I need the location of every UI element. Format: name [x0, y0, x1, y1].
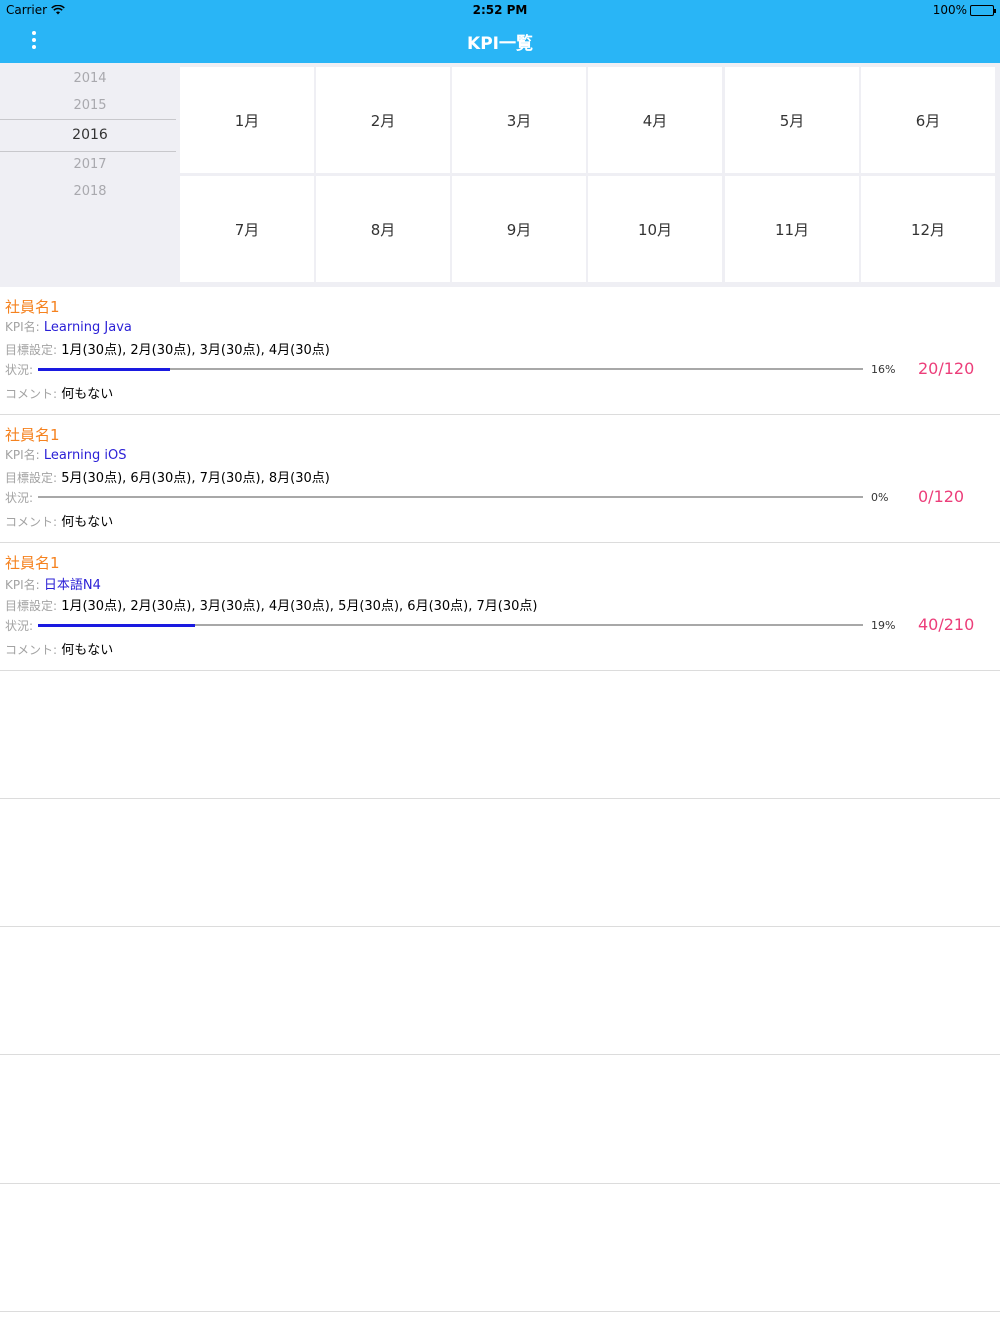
empty-row [0, 1056, 1000, 1184]
target-value: 1月(30点), 2月(30点), 3月(30点), 4月(30点) [61, 343, 330, 358]
target-line: 目標設定: 1月(30点), 2月(30点), 3月(30点), 4月(30点) [5, 339, 330, 358]
target-label: 目標設定: [5, 343, 58, 357]
status-bar: Carrier 2:52 PM 100% [0, 0, 1000, 20]
kpi-name-value: 日本語N4 [43, 578, 101, 593]
progress-bar [38, 623, 195, 627]
battery-indicator: 100% [932, 3, 996, 17]
year-option[interactable]: 2014 [0, 71, 180, 86]
progress-track [38, 623, 863, 627]
kpi-name-label: KPI名: [5, 448, 40, 462]
target-value: 5月(30点), 6月(30点), 7月(30点), 8月(30点) [61, 471, 330, 486]
year-option[interactable]: 2018 [0, 184, 180, 199]
month-cell[interactable]: 7月 [180, 176, 314, 282]
progress-bar [38, 367, 170, 371]
picker-selection-bottom-line [0, 151, 176, 152]
page-title: KPI一覧 [467, 34, 533, 54]
comment-line: コメント: 何もない [5, 639, 113, 658]
battery-label: 100% [932, 3, 967, 17]
target-label: 目標設定: [5, 599, 58, 613]
month-cell[interactable]: 1月 [180, 67, 314, 173]
employee-name: 社員名1 [5, 554, 60, 572]
month-cell[interactable]: 9月 [452, 176, 586, 282]
empty-row [0, 671, 1000, 799]
status-label: 状況: [5, 619, 34, 633]
progress-percent: 16% [871, 363, 896, 376]
progress-track [38, 367, 863, 371]
month-cell[interactable]: 3月 [452, 67, 586, 173]
status-label: 状況: [5, 491, 34, 505]
status-line: 状況: [5, 617, 33, 634]
kpi-name-value: Learning Java [43, 320, 132, 335]
empty-row [0, 799, 1000, 927]
comment-value: 何もない [61, 515, 114, 530]
month-cell[interactable]: 8月 [316, 176, 450, 282]
year-option[interactable]: 2015 [0, 98, 180, 113]
progress-percent: 0% [871, 491, 889, 504]
comment-line: コメント: 何もない [5, 511, 113, 530]
comment-line: コメント: 何もない [5, 383, 113, 402]
kpi-row[interactable]: 社員名1 KPI名: Learning iOS 目標設定: 5月(30点), 6… [0, 415, 1000, 543]
empty-row [0, 1184, 1000, 1312]
month-cell[interactable]: 6月 [861, 67, 995, 173]
progress-track [38, 496, 863, 498]
target-label: 目標設定: [5, 471, 58, 485]
status-label: 状況: [5, 363, 34, 377]
month-cell[interactable]: 12月 [861, 176, 995, 282]
kpi-name-label: KPI名: [5, 320, 40, 334]
target-line: 目標設定: 5月(30点), 6月(30点), 7月(30点), 8月(30点) [5, 467, 330, 486]
kpi-name-line: KPI名: Learning iOS [5, 446, 127, 463]
comment-label: コメント: [5, 387, 58, 401]
empty-row [0, 927, 1000, 1055]
month-cell[interactable]: 5月 [725, 67, 859, 173]
kpi-name-line: KPI名: 日本語N4 [5, 574, 101, 593]
year-option[interactable]: 2017 [0, 157, 180, 172]
kpi-row[interactable]: 社員名1 KPI名: Learning Java 目標設定: 1月(30点), … [0, 287, 1000, 415]
picker-selection-top-line [0, 119, 176, 120]
score-value: 40/210 [918, 615, 975, 634]
year-picker[interactable]: 2014 2015 2016 2017 2018 [0, 63, 180, 285]
comment-label: コメント: [5, 515, 58, 529]
month-cell[interactable]: 4月 [588, 67, 722, 173]
battery-icon [970, 4, 996, 16]
status-time: 2:52 PM [472, 3, 528, 17]
target-value: 1月(30点), 2月(30点), 3月(30点), 4月(30点), 5月(3… [61, 599, 538, 614]
kpi-name-label: KPI名: [5, 578, 40, 592]
employee-name: 社員名1 [5, 426, 60, 444]
comment-label: コメント: [5, 643, 58, 657]
score-value: 20/120 [918, 359, 975, 378]
filter-panel: 2014 2015 2016 2017 2018 1月 2月 3月 4月 5月 … [0, 63, 1000, 287]
progress-percent: 19% [871, 619, 896, 632]
month-grid: 1月 2月 3月 4月 5月 6月 7月 8月 9月 10月 11月 12月 [180, 67, 996, 283]
kpi-name-value: Learning iOS [43, 448, 127, 463]
score-value: 0/120 [918, 487, 965, 506]
employee-name: 社員名1 [5, 298, 60, 316]
month-cell[interactable]: 11月 [725, 176, 859, 282]
target-line: 目標設定: 1月(30点), 2月(30点), 3月(30点), 4月(30点)… [5, 595, 537, 614]
status-line: 状況: [5, 489, 33, 506]
status-line: 状況: [5, 361, 33, 378]
year-option-selected[interactable]: 2016 [0, 127, 180, 143]
comment-value: 何もない [61, 387, 114, 402]
navigation-bar: Carrier 2:52 PM 100% KPI一覧 [0, 0, 1000, 63]
month-cell[interactable]: 2月 [316, 67, 450, 173]
month-cell[interactable]: 10月 [588, 176, 722, 282]
comment-value: 何もない [61, 643, 114, 658]
kpi-row[interactable]: 社員名1 KPI名: 日本語N4 目標設定: 1月(30点), 2月(30点),… [0, 543, 1000, 671]
kpi-name-line: KPI名: Learning Java [5, 318, 132, 335]
